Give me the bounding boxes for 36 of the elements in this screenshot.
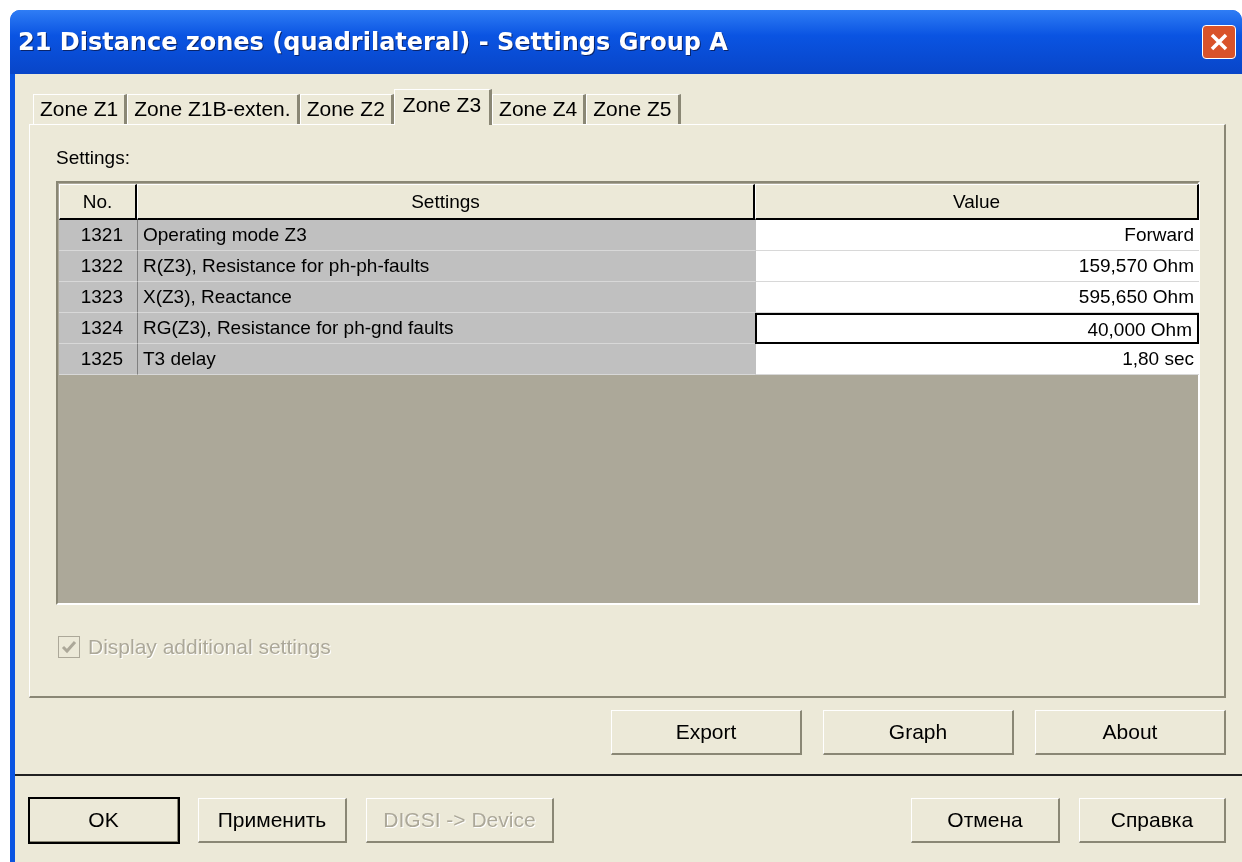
tab[interactable]: Zone Z1 [33, 94, 128, 124]
checkbox-label: Display additional settings [88, 635, 331, 659]
table-cell: R(Z3), Resistance for ph-ph-faults [137, 251, 755, 282]
close-button[interactable] [1202, 25, 1236, 59]
table-cell: 1322 [59, 251, 137, 282]
window-title: 21 Distance zones (quadrilateral) - Settings Group A [18, 28, 728, 56]
table-cell: 1323 [59, 282, 137, 313]
tab[interactable]: Zone Z4 [492, 94, 587, 124]
value-cell[interactable]: 1,80 sec [755, 344, 1199, 375]
close-icon [1209, 32, 1229, 52]
column-header[interactable]: Settings [137, 184, 755, 220]
table-cell: 1325 [59, 344, 137, 375]
table-cell: T3 delay [137, 344, 755, 375]
dialog-button[interactable]: Export [611, 710, 802, 755]
tab[interactable]: Zone Z2 [299, 94, 394, 124]
value-cell[interactable]: 159,570 Ohm [755, 251, 1199, 282]
tab[interactable]: Zone Z1B-exten. [127, 94, 300, 124]
tab[interactable]: Zone Z3 [393, 89, 493, 125]
dialog-button[interactable]: OK [29, 798, 179, 843]
value-cell[interactable]: 40,000 Ohm [755, 313, 1199, 344]
value-cell[interactable]: 595,650 Ohm [755, 282, 1199, 313]
settings-label: Settings: [56, 147, 131, 170]
value-cell[interactable]: Forward [755, 220, 1199, 251]
table-cell: X(Z3), Reactance [137, 282, 755, 313]
dialog-button[interactable]: Отмена [911, 798, 1060, 843]
table-cell: Operating mode Z3 [137, 220, 755, 251]
table-cell: 1321 [59, 220, 137, 251]
dialog-button[interactable]: About [1035, 710, 1226, 755]
dialog-button[interactable]: Справка [1079, 798, 1226, 843]
column-header[interactable]: No. [59, 184, 137, 220]
column-header[interactable]: Value [755, 184, 1199, 220]
dialog-button[interactable]: Применить [198, 798, 347, 843]
table-cell: 1324 [59, 313, 137, 344]
table-cell: RG(Z3), Resistance for ph-gnd faults [137, 313, 755, 344]
tab[interactable]: Zone Z5 [586, 94, 681, 124]
dialog-button[interactable]: Graph [823, 710, 1014, 755]
